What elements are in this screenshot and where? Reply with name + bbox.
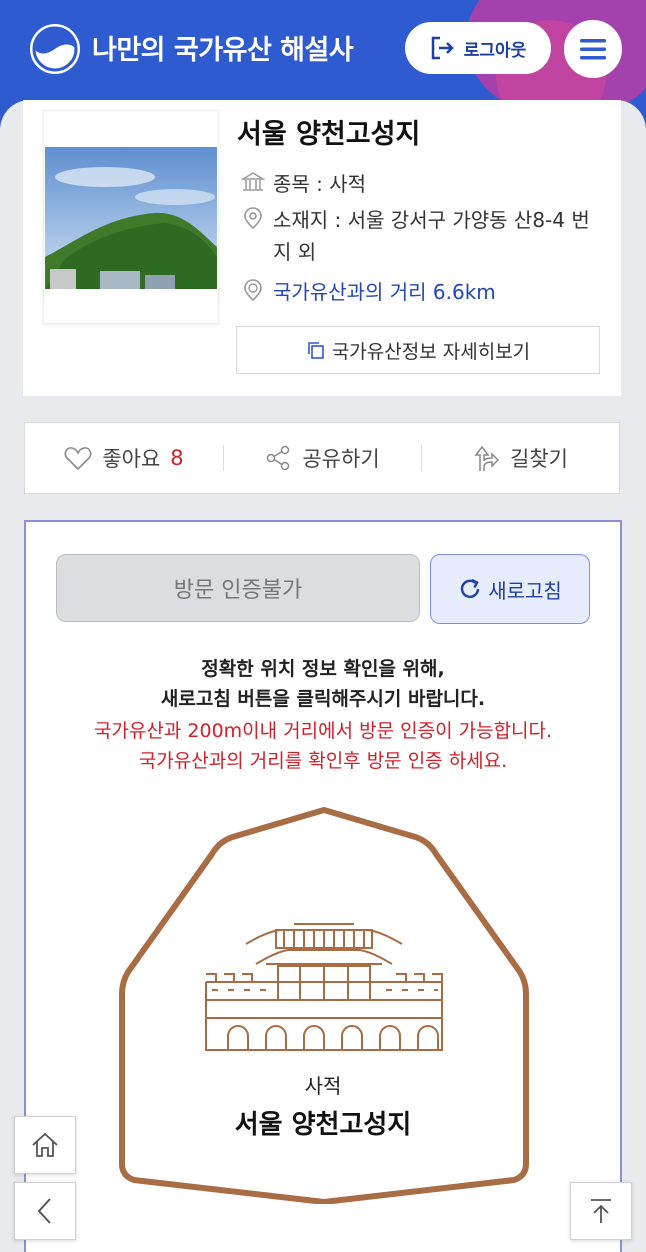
scroll-top-button[interactable] xyxy=(570,1182,632,1240)
visit-certification-panel: 방문 인증불가 새로고침 정확한 위치 정보 확인을 위해, 새로고침 버튼을 … xyxy=(24,520,622,1252)
detail-button-label: 국가유산정보 자세히보기 xyxy=(331,340,531,363)
logout-icon xyxy=(431,36,454,60)
refresh-icon xyxy=(461,578,480,598)
museum-icon xyxy=(241,172,265,191)
heritage-address: 소재지 : 서울 강서구 가양동 산8-4 번지 외 xyxy=(273,208,590,264)
directions-icon xyxy=(474,445,500,471)
instruction-line-2: 새로고침 버튼을 클릭해주시기 바랍니다. xyxy=(160,688,486,710)
home-button[interactable] xyxy=(14,1116,76,1174)
heritage-badge xyxy=(119,806,529,1204)
heritage-title: 서울 양천고성지 xyxy=(237,119,421,150)
main-content: 서울 양천고성지 종목 : 사적 소재지 : 서울 강서구 가양동 산8-4 번… xyxy=(0,100,646,1252)
location-pin-icon xyxy=(244,207,262,230)
logout-label: 로그아웃 xyxy=(463,40,527,61)
home-icon xyxy=(32,1132,58,1157)
instruction-line-1: 정확한 위치 정보 확인을 위해, xyxy=(201,658,445,680)
heritage-distance-row: 국가유산과의 거리 6.6km xyxy=(241,276,496,305)
chevron-left-icon xyxy=(37,1198,51,1224)
instruction-text: 정확한 위치 정보 확인을 위해, 새로고침 버튼을 클릭해주시기 바랍니다. xyxy=(26,654,620,714)
heritage-photo[interactable] xyxy=(43,110,219,324)
scroll-top-icon xyxy=(591,1199,611,1223)
badge-type: 사적 xyxy=(304,1074,342,1098)
share-label: 공유하기 xyxy=(302,447,380,471)
heritage-address-row: 소재지 : 서울 강서구 가양동 산8-4 번지 외 xyxy=(241,204,601,268)
warning-text: 국가유산과 200m이내 거리에서 방문 인증이 가능합니다. 국가유산과의 거… xyxy=(26,716,620,776)
heritage-info-card: 서울 양천고성지 종목 : 사적 소재지 : 서울 강서구 가양동 산8-4 번… xyxy=(23,100,621,396)
refresh-button[interactable]: 새로고침 xyxy=(430,554,590,624)
badge-name: 서울 양천고성지 xyxy=(234,1110,412,1140)
korea-heritage-logo-icon[interactable] xyxy=(28,22,82,76)
copy-icon xyxy=(308,342,324,359)
directions-label: 길찾기 xyxy=(510,447,568,471)
distance-pin-icon xyxy=(244,279,262,302)
hamburger-menu-icon xyxy=(580,39,606,60)
like-label: 좋아요 xyxy=(102,447,161,471)
directions-button[interactable]: 길찾기 xyxy=(421,443,619,473)
like-count: 8 xyxy=(170,446,184,470)
share-button[interactable]: 공유하기 xyxy=(223,443,421,473)
heritage-photo-image xyxy=(45,147,217,289)
heritage-type: 종목 : 사적 xyxy=(273,172,367,196)
app-brand: 나만의 국가유산 해설사 xyxy=(92,35,354,66)
menu-button[interactable] xyxy=(564,20,622,78)
refresh-label: 새로고침 xyxy=(488,578,562,603)
warning-line-2: 국가유산과의 거리를 확인후 방문 인증 하세요. xyxy=(138,750,508,772)
heritage-detail-button[interactable]: 국가유산정보 자세히보기 xyxy=(236,326,600,374)
back-button[interactable] xyxy=(14,1182,76,1240)
heritage-type-row: 종목 : 사적 xyxy=(241,168,366,197)
warning-line-1: 국가유산과 200m이내 거리에서 방문 인증이 가능합니다. xyxy=(93,720,553,742)
visit-certify-button[interactable]: 방문 인증불가 xyxy=(56,554,420,622)
share-icon xyxy=(267,445,290,471)
heart-icon xyxy=(64,447,92,471)
like-button[interactable]: 좋아요 8 xyxy=(25,443,223,473)
logout-button[interactable]: 로그아웃 xyxy=(405,22,551,74)
action-bar: 좋아요 8 공유하기 길찾기 xyxy=(24,422,620,494)
heritage-distance: 국가유산과의 거리 6.6km xyxy=(273,280,496,304)
